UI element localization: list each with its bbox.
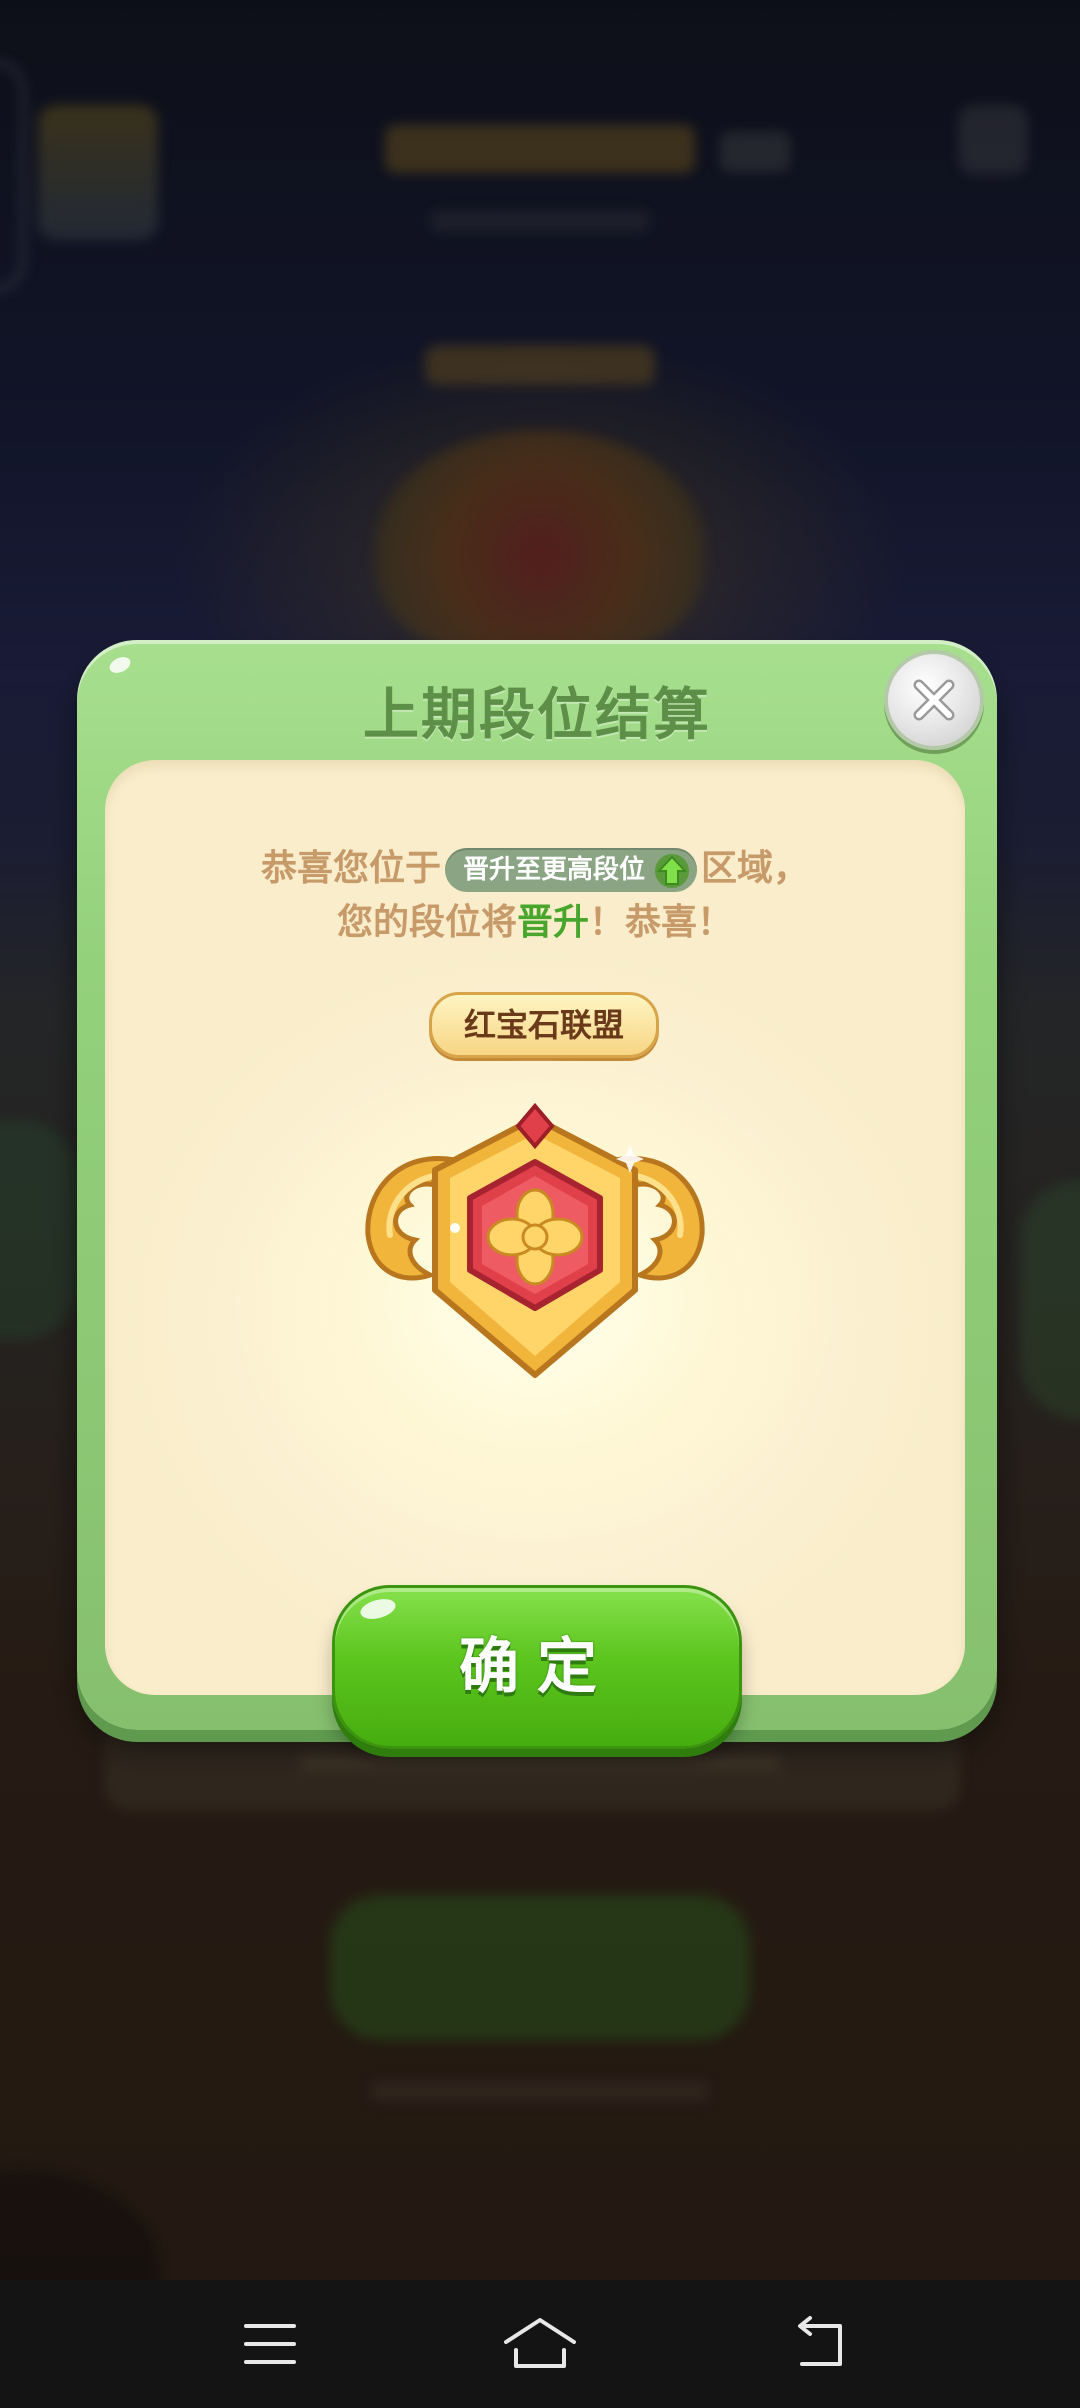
message-line-2: 您的段位将晋升！恭喜！ bbox=[105, 896, 965, 950]
dialog-content-panel: 恭喜您位于 晋升至更高段位 区域， 您的段位将晋升！恭喜！ 红宝石联盟 确定 bbox=[105, 760, 965, 1749]
ruby-league-badge bbox=[365, 1102, 705, 1378]
season-settlement-dialog: 上期段位结算 恭喜您位于 晋升至更高段位 区域， 您的段位将晋升！恭喜！ 红宝石… bbox=[77, 640, 997, 1749]
dialog-title: 上期段位结算 bbox=[363, 683, 711, 748]
league-name-label: 红宝石联盟 bbox=[429, 992, 659, 1058]
settlement-message: 恭喜您位于 晋升至更高段位 区域， 您的段位将晋升！恭喜！ bbox=[105, 842, 965, 950]
back-icon bbox=[798, 2316, 842, 2366]
message-line2-suffix: ！恭喜！ bbox=[589, 902, 734, 943]
up-arrow-icon bbox=[655, 854, 689, 888]
promotion-zone-label: 晋升至更高段位 bbox=[462, 855, 645, 885]
promotion-highlight: 晋升 bbox=[516, 902, 589, 943]
message-suffix: 区域， bbox=[701, 848, 810, 889]
message-prefix: 恭喜您位于 bbox=[260, 848, 441, 889]
menu-icon bbox=[244, 2324, 296, 2364]
message-line-1: 恭喜您位于 晋升至更高段位 区域， bbox=[105, 842, 965, 896]
promotion-zone-chip: 晋升至更高段位 bbox=[444, 848, 697, 892]
screen: 上期段位结算 恭喜您位于 晋升至更高段位 区域， 您的段位将晋升！恭喜！ 红宝石… bbox=[0, 0, 1080, 2408]
nav-home-button[interactable] bbox=[500, 2304, 580, 2384]
close-icon bbox=[913, 679, 955, 721]
system-navigation-bar bbox=[0, 2280, 1080, 2408]
close-button[interactable] bbox=[884, 650, 984, 750]
nav-back-button[interactable] bbox=[782, 2304, 862, 2384]
message-line2-prefix: 您的段位将 bbox=[336, 902, 517, 943]
nav-menu-button[interactable] bbox=[230, 2304, 310, 2384]
home-icon bbox=[504, 2318, 576, 2368]
